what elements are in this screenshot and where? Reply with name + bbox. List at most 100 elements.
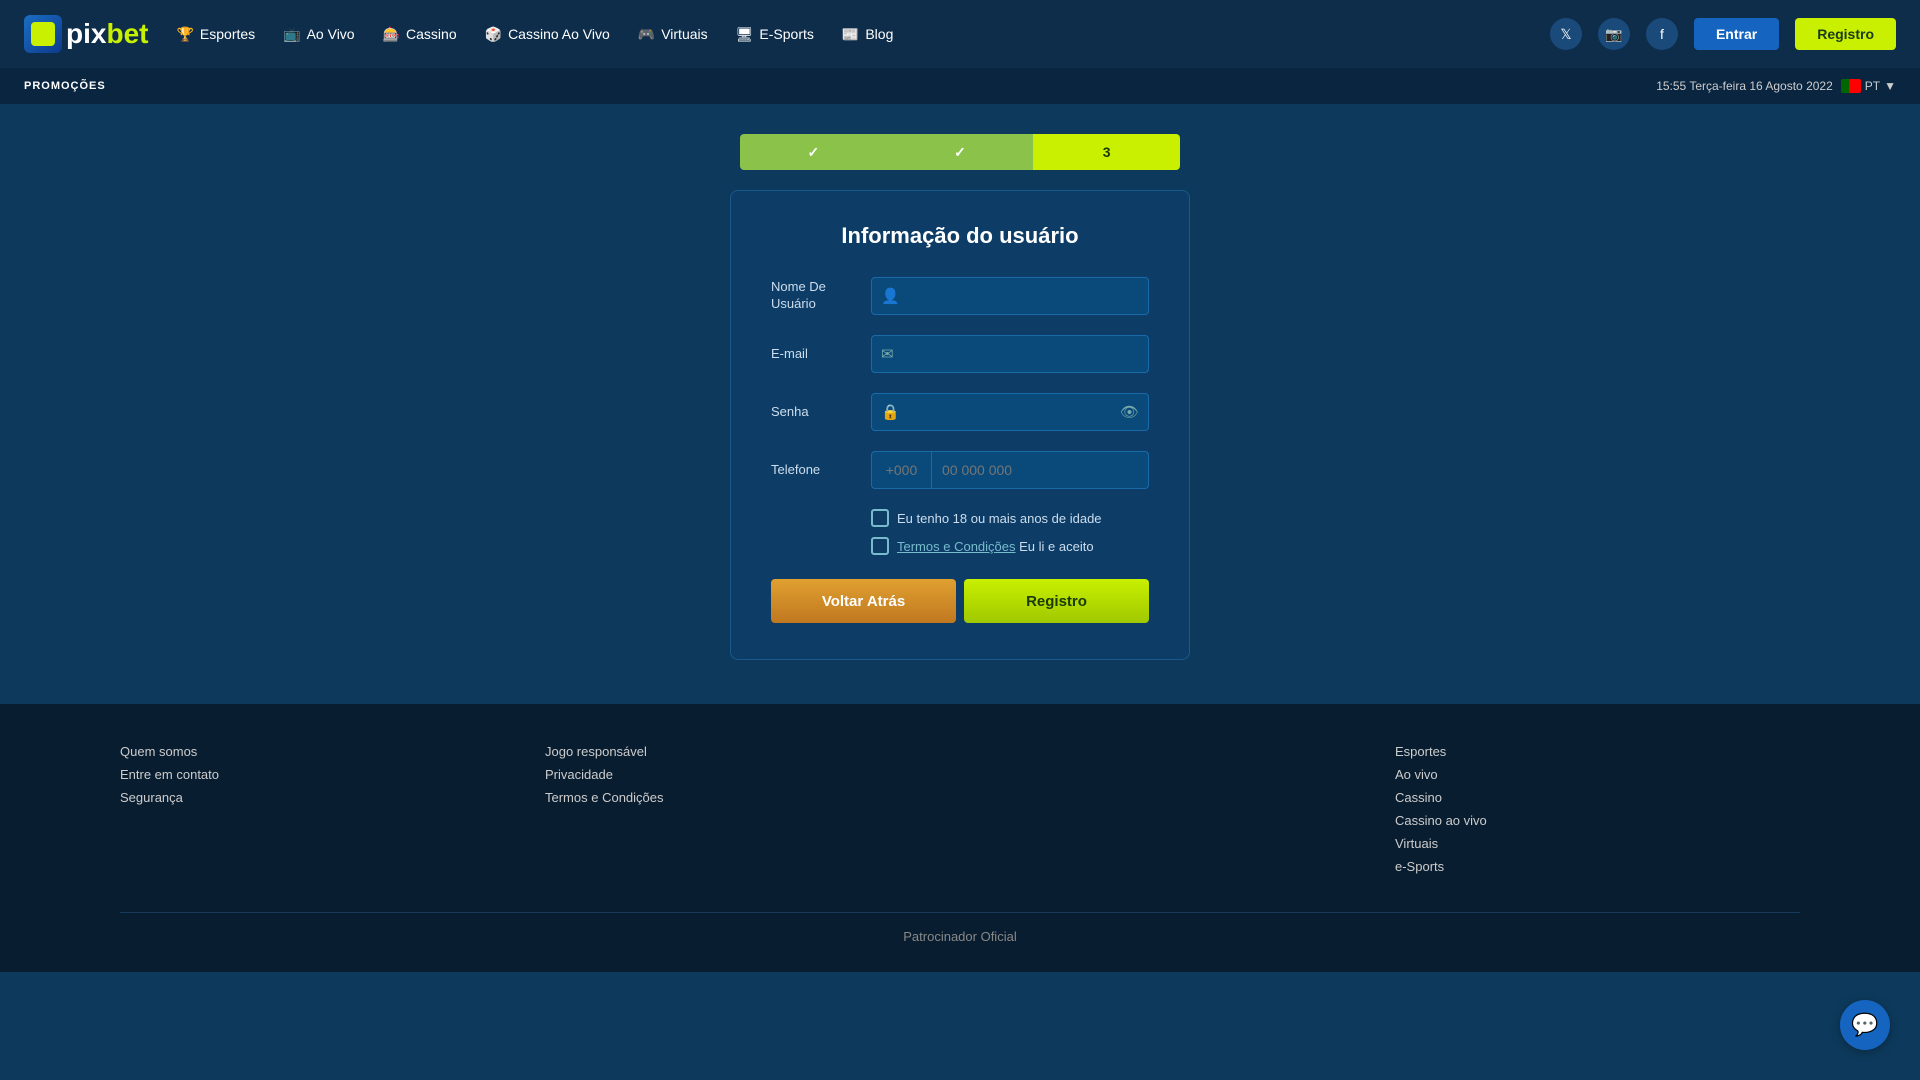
logo-box-inner bbox=[31, 22, 55, 46]
terms-checkbox[interactable] bbox=[871, 537, 889, 555]
tv-icon: 📺 bbox=[283, 26, 300, 43]
phone-number-input[interactable] bbox=[931, 451, 1149, 489]
footer-link-seguranca[interactable]: Segurança bbox=[120, 790, 525, 805]
nav-item-virtuais[interactable]: 🎮 Virtuais bbox=[638, 26, 708, 43]
footer-link-jogo-responsavel[interactable]: Jogo responsável bbox=[545, 744, 950, 759]
dice-icon: 🎲 bbox=[485, 26, 502, 43]
username-group: Nome De Usuário 👤 bbox=[771, 277, 1149, 315]
main-content: ✓ ✓ 3 Informação do usuário Nome De Usuá… bbox=[0, 104, 1920, 704]
facebook-icon[interactable]: f bbox=[1646, 18, 1678, 50]
step-1-label: ✓ bbox=[807, 144, 819, 161]
chat-icon: 💬 bbox=[1851, 1012, 1878, 1038]
footer-bottom: Patrocinador Oficial bbox=[120, 912, 1800, 952]
header: pixbet 🏆 Esportes 📺 Ao Vivo 🎰 Cassino 🎲 … bbox=[0, 0, 1920, 68]
footer-link-cassino[interactable]: Cassino bbox=[1395, 790, 1800, 805]
terms-text: Termos e Condições Eu li e aceito bbox=[897, 539, 1094, 554]
footer-col-2: Jogo responsável Privacidade Termos e Co… bbox=[545, 744, 950, 882]
gamepad-icon: 🎮 bbox=[638, 26, 655, 43]
nav-item-ao-vivo[interactable]: 📺 Ao Vivo bbox=[283, 26, 354, 43]
email-group: E-mail ✉ bbox=[771, 335, 1149, 373]
footer-link-esports[interactable]: e-Sports bbox=[1395, 859, 1800, 874]
nav-label-cassino: Cassino bbox=[406, 26, 457, 42]
username-wrapper: 👤 bbox=[871, 277, 1149, 315]
email-wrapper: ✉ bbox=[871, 335, 1149, 373]
header-left: pixbet 🏆 Esportes 📺 Ao Vivo 🎰 Cassino 🎲 … bbox=[24, 15, 893, 53]
trophy-icon: 🏆 bbox=[176, 26, 193, 43]
step-3: 3 bbox=[1033, 134, 1180, 170]
age-checkbox-row: Eu tenho 18 ou mais anos de idade bbox=[871, 509, 1149, 527]
step-2-label: ✓ bbox=[954, 144, 966, 161]
header-right: 𝕏 📷 f Entrar Registro bbox=[1550, 18, 1896, 50]
register-form-button[interactable]: Registro bbox=[964, 579, 1149, 623]
terms-link[interactable]: Termos e Condições bbox=[897, 539, 1016, 554]
form-card: Informação do usuário Nome De Usuário 👤 … bbox=[730, 190, 1190, 660]
nav-label-esports: E-Sports bbox=[759, 26, 813, 42]
nav-label-cassino-ao-vivo: Cassino Ao Vivo bbox=[508, 26, 610, 42]
registro-button[interactable]: Registro bbox=[1795, 18, 1896, 50]
footer-col-4: Esportes Ao vivo Cassino Cassino ao vivo… bbox=[1395, 744, 1800, 882]
chevron-down-icon: ▼ bbox=[1884, 79, 1896, 93]
step-bar: ✓ ✓ 3 bbox=[740, 134, 1180, 170]
username-input[interactable] bbox=[871, 277, 1149, 315]
nav-label-esportes: Esportes bbox=[200, 26, 255, 42]
logo-box bbox=[24, 15, 62, 53]
form-title: Informação do usuário bbox=[771, 223, 1149, 249]
promo-label: PROMOÇÕES bbox=[24, 80, 106, 92]
footer-link-termos[interactable]: Termos e Condições bbox=[545, 790, 950, 805]
password-input[interactable] bbox=[871, 393, 1149, 431]
footer-link-quem-somos[interactable]: Quem somos bbox=[120, 744, 525, 759]
step-1: ✓ bbox=[740, 134, 887, 170]
phone-wrapper bbox=[871, 451, 1149, 489]
back-button[interactable]: Voltar Atrás bbox=[771, 579, 956, 623]
phone-label: Telefone bbox=[771, 462, 871, 479]
footer-link-ao-vivo[interactable]: Ao vivo bbox=[1395, 767, 1800, 782]
phone-prefix-input[interactable] bbox=[871, 451, 931, 489]
sponsor-label: Patrocinador Oficial bbox=[903, 929, 1016, 944]
nav-item-cassino-ao-vivo[interactable]: 🎲 Cassino Ao Vivo bbox=[485, 26, 610, 43]
nav-label-virtuais: Virtuais bbox=[661, 26, 707, 42]
age-checkbox[interactable] bbox=[871, 509, 889, 527]
password-group: Senha 🔒 👁 bbox=[771, 393, 1149, 431]
instagram-icon[interactable]: 📷 bbox=[1598, 18, 1630, 50]
toggle-password-icon[interactable]: 👁 bbox=[1120, 403, 1139, 421]
terms-checkbox-row: Termos e Condições Eu li e aceito bbox=[871, 537, 1149, 555]
footer-link-cassino-vivo[interactable]: Cassino ao vivo bbox=[1395, 813, 1800, 828]
footer: Quem somos Entre em contato Segurança Jo… bbox=[0, 704, 1920, 972]
age-label: Eu tenho 18 ou mais anos de idade bbox=[897, 511, 1102, 526]
chat-bubble[interactable]: 💬 bbox=[1840, 1000, 1890, 1050]
form-buttons: Voltar Atrás Registro bbox=[771, 579, 1149, 623]
footer-link-privacidade[interactable]: Privacidade bbox=[545, 767, 950, 782]
phone-group: Telefone bbox=[771, 451, 1149, 489]
email-input[interactable] bbox=[871, 335, 1149, 373]
promo-datetime: 15:55 Terça-feira 16 Agosto 2022 PT ▼ bbox=[1656, 79, 1896, 93]
datetime-text: 15:55 Terça-feira 16 Agosto 2022 bbox=[1656, 79, 1833, 93]
nav-label-ao-vivo: Ao Vivo bbox=[307, 26, 355, 42]
step-2: ✓ bbox=[887, 134, 1034, 170]
casino-icon: 🎰 bbox=[383, 26, 400, 43]
logo[interactable]: pixbet bbox=[24, 15, 148, 53]
twitter-icon[interactable]: 𝕏 bbox=[1550, 18, 1582, 50]
footer-grid: Quem somos Entre em contato Segurança Jo… bbox=[120, 744, 1800, 882]
footer-col-3 bbox=[970, 744, 1375, 882]
nav-item-esportes[interactable]: 🏆 Esportes bbox=[176, 26, 255, 43]
footer-link-entre-contato[interactable]: Entre em contato bbox=[120, 767, 525, 782]
email-label: E-mail bbox=[771, 346, 871, 363]
password-label: Senha bbox=[771, 404, 871, 421]
promo-bar: PROMOÇÕES 15:55 Terça-feira 16 Agosto 20… bbox=[0, 68, 1920, 104]
language-flag[interactable]: PT ▼ bbox=[1841, 79, 1896, 93]
footer-col-1: Quem somos Entre em contato Segurança bbox=[120, 744, 525, 882]
username-label: Nome De Usuário bbox=[771, 279, 871, 313]
nav-item-blog[interactable]: 📰 Blog bbox=[842, 26, 893, 43]
entrar-button[interactable]: Entrar bbox=[1694, 18, 1779, 50]
password-wrapper: 🔒 👁 bbox=[871, 393, 1149, 431]
blog-icon: 📰 bbox=[842, 26, 859, 43]
logo-bet: bet bbox=[106, 18, 148, 49]
terms-suffix: Eu li e aceito bbox=[1016, 539, 1094, 554]
footer-link-virtuais[interactable]: Virtuais bbox=[1395, 836, 1800, 851]
nav-item-cassino[interactable]: 🎰 Cassino bbox=[383, 26, 457, 43]
nav-item-esports[interactable]: 🖥 E-Sports bbox=[736, 26, 814, 43]
checkbox-area: Eu tenho 18 ou mais anos de idade Termos… bbox=[771, 509, 1149, 555]
footer-link-esportes[interactable]: Esportes bbox=[1395, 744, 1800, 759]
logo-pix: pix bbox=[66, 18, 106, 49]
language-label: PT bbox=[1865, 79, 1880, 93]
